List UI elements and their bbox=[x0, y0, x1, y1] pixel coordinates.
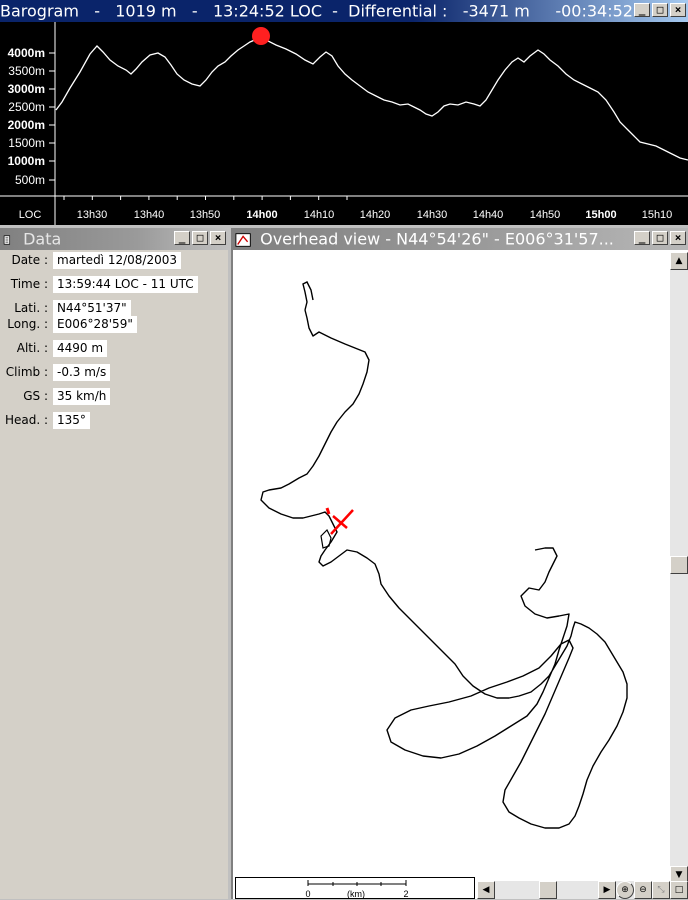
overhead-titlebar[interactable]: Overhead view - N44°54'26" - E006°31'57.… bbox=[233, 228, 688, 250]
y-axis-label: 4000m bbox=[8, 46, 45, 60]
data-row-label: Long. : bbox=[7, 317, 48, 331]
close-button[interactable]: × bbox=[670, 231, 686, 245]
barogram-titlebar[interactable]: Barogram - 1019 m - 13:24:52 LOC - Diffe… bbox=[0, 0, 688, 22]
x-axis-label: 13h40 bbox=[134, 209, 165, 221]
zoom-reset-icon[interactable]: ⤡ bbox=[652, 881, 670, 899]
y-axis-label: 2000m bbox=[8, 118, 45, 132]
data-row: Date : martedì 12/08/2003 bbox=[0, 252, 228, 270]
y-axis-label: 1000m bbox=[8, 154, 45, 168]
x-axis-label: 14h50 bbox=[530, 209, 561, 221]
data-row: Alti. : 4490 m bbox=[0, 340, 228, 358]
overhead-title: Overhead view - N44°54'26" - E006°31'57.… bbox=[260, 229, 614, 249]
scale-label-unit: (km) bbox=[347, 889, 365, 899]
close-button[interactable]: × bbox=[210, 231, 226, 245]
y-axis-label: 500m bbox=[15, 173, 45, 187]
flight-track bbox=[260, 309, 628, 829]
barogram-window: Barogram - 1019 m - 13:24:52 LOC - Diffe… bbox=[0, 0, 688, 225]
x-axis-label: 14h00 bbox=[246, 209, 277, 221]
data-row-value: martedì 12/08/2003 bbox=[53, 252, 181, 269]
data-row: GS : 35 km/h bbox=[0, 388, 228, 406]
x-axis-label: 14h40 bbox=[473, 209, 504, 221]
x-axis-label: 15h10 bbox=[642, 209, 673, 221]
data-row-label: Lati. : bbox=[14, 301, 48, 315]
barogram-plot[interactable]: 4000m3500m3000m2500m2000m1500m1000m500m … bbox=[0, 22, 688, 225]
scale-label-max: 2 bbox=[403, 889, 408, 899]
x-axis-label: 14h30 bbox=[417, 209, 448, 221]
minimize-button[interactable]: _ bbox=[634, 231, 650, 245]
minimize-button[interactable]: _ bbox=[174, 231, 190, 245]
maximize-button[interactable]: □ bbox=[652, 231, 668, 245]
close-button[interactable]: × bbox=[670, 3, 686, 17]
scale-label-zero: 0 bbox=[305, 889, 310, 899]
barogram-title: Barogram bbox=[0, 1, 79, 21]
maximize-button[interactable]: □ bbox=[652, 3, 668, 17]
barogram-altitude: 1019 m bbox=[115, 1, 177, 21]
data-row: Long. : E006°28'59" bbox=[0, 316, 228, 334]
minimize-button[interactable]: _ bbox=[634, 3, 650, 17]
flight-track-loop bbox=[320, 528, 332, 549]
vertical-scrollbar[interactable]: ▲ ▼ bbox=[670, 252, 688, 884]
x-axis-label: 14h20 bbox=[360, 209, 391, 221]
scroll-left-button[interactable]: ◀ bbox=[477, 881, 495, 899]
y-axis-label: 3500m bbox=[8, 64, 45, 78]
data-row-value: 13:59:44 LOC - 11 UTC bbox=[53, 276, 198, 293]
scroll-thumb-horizontal[interactable] bbox=[539, 881, 557, 899]
data-row-value: E006°28'59" bbox=[53, 316, 137, 333]
data-titlebar[interactable]: Data _ □ × bbox=[0, 228, 228, 250]
horizontal-scrollbar[interactable]: ◀ ▶ ⊕ ⊖ ⤡ □ bbox=[477, 881, 688, 899]
x-axis-label: 13h50 bbox=[190, 209, 221, 221]
scroll-right-button[interactable]: ▶ bbox=[598, 881, 616, 899]
scroll-up-button[interactable]: ▲ bbox=[670, 252, 688, 270]
data-window: Data _ □ × Date : martedì 12/08/2003 Time … bbox=[0, 228, 228, 899]
barogram-diff-altitude: -3471 m bbox=[462, 1, 530, 21]
overhead-window: Overhead view - N44°54'26" - E006°31'57.… bbox=[231, 228, 688, 899]
data-row-label: Date : bbox=[11, 253, 48, 267]
zoom-in-icon[interactable]: ⊕ bbox=[616, 881, 634, 899]
data-row-label: Climb : bbox=[5, 365, 48, 379]
data-row-value: -0.3 m/s bbox=[53, 364, 111, 381]
data-title: Data bbox=[23, 229, 62, 249]
data-row-value: N44°51'37" bbox=[53, 300, 131, 317]
data-row: Time : 13:59:44 LOC - 11 UTC bbox=[0, 276, 228, 294]
zoom-out-icon[interactable]: ⊖ bbox=[634, 881, 652, 899]
data-row-value: 135° bbox=[53, 412, 90, 429]
y-axis-label: 3000m bbox=[8, 82, 45, 96]
x-axis-label: 13h30 bbox=[77, 209, 108, 221]
maximize-button[interactable]: □ bbox=[192, 231, 208, 245]
glider-icon bbox=[235, 232, 251, 247]
barogram-position-marker[interactable] bbox=[252, 27, 270, 45]
data-row-label: Alti. : bbox=[16, 341, 48, 355]
data-row-value: 4490 m bbox=[53, 340, 108, 357]
x-axis-label: 14h10 bbox=[304, 209, 335, 221]
barogram-time: 13:24:52 LOC bbox=[212, 1, 322, 21]
data-row-label: Head. : bbox=[4, 413, 48, 427]
y-axis-label: 1500m bbox=[8, 136, 45, 150]
data-row-label: Time : bbox=[10, 277, 48, 291]
flight-track-map[interactable] bbox=[233, 252, 670, 884]
data-row: Head. : 135° bbox=[0, 412, 228, 430]
data-row: Climb : -0.3 m/s bbox=[0, 364, 228, 382]
data-row-value: 35 km/h bbox=[53, 388, 111, 405]
barogram-diff-label: Differential : bbox=[348, 1, 448, 21]
data-row-label: GS : bbox=[23, 389, 48, 403]
scale-bar: 0 (km) 2 bbox=[235, 877, 475, 899]
x-axis-unit-label: LOC bbox=[19, 209, 42, 221]
barogram-diff-time: -00:34:52 bbox=[555, 1, 633, 21]
zoom-fit-icon[interactable]: □ bbox=[670, 881, 688, 899]
data-icon bbox=[3, 234, 11, 245]
x-axis-label: 15h00 bbox=[585, 209, 616, 221]
scroll-thumb-vertical[interactable] bbox=[670, 556, 688, 574]
y-axis-label: 2500m bbox=[8, 100, 45, 114]
flight-track-north bbox=[302, 281, 314, 311]
